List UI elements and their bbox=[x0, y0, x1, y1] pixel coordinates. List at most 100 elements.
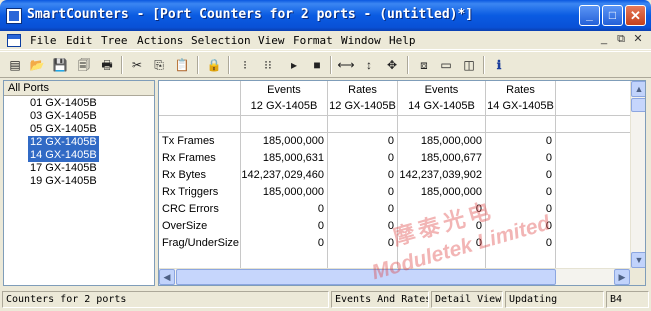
table-cell[interactable]: 0 bbox=[328, 235, 397, 252]
menu-format[interactable]: Format bbox=[293, 34, 333, 47]
table-cell[interactable]: 0 bbox=[328, 218, 397, 235]
fit-all-icon[interactable]: ✥ bbox=[383, 56, 401, 74]
mdi-close-button[interactable]: ✕ bbox=[630, 33, 646, 47]
header-port-12[interactable]: 12 GX-1405B bbox=[241, 98, 327, 115]
minimize-button[interactable]: _ bbox=[579, 5, 600, 26]
menu-view[interactable]: View bbox=[258, 34, 285, 47]
toolbar-separator bbox=[121, 56, 123, 74]
tree-item-port-03[interactable]: 03 GX-1405B bbox=[28, 110, 99, 123]
save-icon[interactable]: 💾 bbox=[51, 56, 69, 74]
vertical-scroll-thumb[interactable] bbox=[631, 98, 645, 112]
menu-actions[interactable]: Actions bbox=[137, 34, 183, 47]
paste-icon[interactable]: 📋 bbox=[173, 56, 191, 74]
save-as-icon[interactable]: 🗐 bbox=[75, 56, 93, 74]
table-cell[interactable]: 0 bbox=[486, 167, 555, 184]
table-cell[interactable]: 0 bbox=[486, 184, 555, 201]
table-cell[interactable]: 142,237,029,460 bbox=[241, 167, 327, 184]
menu-help[interactable]: Help bbox=[389, 34, 416, 47]
table-cell[interactable]: 0 bbox=[486, 218, 555, 235]
table-cell[interactable]: 0 bbox=[486, 201, 555, 218]
header-events-port-14[interactable]: Events bbox=[398, 82, 485, 99]
header-rates-port-14[interactable]: Rates bbox=[486, 82, 555, 99]
counters-grid[interactable]: Events Rates Events Rates 12 GX-1405B 12… bbox=[159, 81, 630, 268]
horizontal-scrollbar[interactable]: ◀ ▶ bbox=[159, 268, 630, 285]
table-cell[interactable]: 0 bbox=[328, 167, 397, 184]
tree-item-port-14[interactable]: 14 GX-1405B bbox=[28, 149, 99, 162]
menu-edit[interactable]: Edit bbox=[66, 34, 93, 47]
table-cell[interactable]: 0 bbox=[241, 201, 327, 218]
row-label-frag-undersize[interactable]: Frag/UnderSize bbox=[160, 235, 240, 252]
menu-window[interactable]: Window bbox=[341, 34, 381, 47]
menu-file[interactable]: File bbox=[30, 34, 57, 47]
tree-item-port-12[interactable]: 12 GX-1405B bbox=[28, 136, 99, 149]
table-cell[interactable]: 185,000,000 bbox=[241, 133, 327, 150]
menu-selection[interactable]: Selection bbox=[191, 34, 251, 47]
status-bar: Counters for 2 ports Events And Rates De… bbox=[0, 289, 651, 311]
mdi-minimize-button[interactable]: _ bbox=[596, 33, 612, 47]
table-cell[interactable]: 185,000,000 bbox=[398, 184, 485, 201]
table-cell[interactable]: 0 bbox=[486, 150, 555, 167]
header-port-14[interactable]: 14 GX-1405B bbox=[486, 98, 555, 115]
table-cell[interactable]: 185,000,000 bbox=[241, 184, 327, 201]
row-label-oversize[interactable]: OverSize bbox=[160, 218, 240, 235]
tree-item-port-01[interactable]: 01 GX-1405B bbox=[28, 97, 99, 110]
table-cell[interactable]: 185,000,631 bbox=[241, 150, 327, 167]
header-rates-port-12[interactable]: Rates bbox=[328, 82, 397, 99]
table-cell[interactable]: 0 bbox=[486, 133, 555, 150]
table-cell[interactable]: 0 bbox=[398, 218, 485, 235]
menu-tree[interactable]: Tree bbox=[101, 34, 128, 47]
table-cell[interactable]: 0 bbox=[398, 201, 485, 218]
info-icon[interactable]: ℹ bbox=[490, 56, 508, 74]
scroll-up-button[interactable]: ▲ bbox=[631, 81, 645, 97]
tree-item-port-05[interactable]: 05 GX-1405B bbox=[28, 123, 99, 136]
tree-header[interactable]: All Ports bbox=[4, 81, 154, 96]
cut-icon[interactable]: ✂ bbox=[128, 56, 146, 74]
table-cell[interactable]: 142,237,039,902 bbox=[398, 167, 485, 184]
document-icon[interactable] bbox=[7, 34, 21, 47]
row-label-tx-frames[interactable]: Tx Frames bbox=[160, 133, 240, 150]
close-button[interactable]: ✕ bbox=[625, 5, 646, 26]
split-v-icon[interactable]: ◫ bbox=[460, 56, 478, 74]
header-port-12[interactable]: 12 GX-1405B bbox=[328, 98, 397, 115]
mdi-restore-button[interactable]: ⧉ bbox=[613, 33, 629, 47]
table-cell[interactable]: 0 bbox=[328, 201, 397, 218]
header-port-14[interactable]: 14 GX-1405B bbox=[398, 98, 485, 115]
fit-height-icon[interactable]: ↕ bbox=[360, 56, 378, 74]
scroll-left-button[interactable]: ◀ bbox=[159, 269, 175, 285]
app-icon[interactable] bbox=[6, 8, 22, 24]
tile-icon[interactable]: ⧈ bbox=[415, 56, 433, 74]
table-cell[interactable]: 0 bbox=[328, 184, 397, 201]
row-label-rx-triggers[interactable]: Rx Triggers bbox=[160, 184, 240, 201]
row-label-rx-bytes[interactable]: Rx Bytes bbox=[160, 167, 240, 184]
port-tree[interactable]: All Ports 01 GX-1405B 03 GX-1405B 05 GX-… bbox=[3, 80, 155, 286]
table-cell[interactable]: 185,000,000 bbox=[398, 133, 485, 150]
fit-width-icon[interactable]: ⟷ bbox=[337, 56, 355, 74]
maximize-button[interactable]: □ bbox=[602, 5, 623, 26]
row-label-crc-errors[interactable]: CRC Errors bbox=[160, 201, 240, 218]
horizontal-scroll-thumb[interactable] bbox=[176, 269, 556, 285]
header-events-port-12[interactable]: Events bbox=[241, 82, 327, 99]
start-icon[interactable]: ⁝ bbox=[236, 56, 254, 74]
row-label-rx-frames[interactable]: Rx Frames bbox=[160, 150, 240, 167]
new-icon[interactable]: ▤ bbox=[6, 56, 24, 74]
open-icon[interactable]: 📂 bbox=[28, 56, 46, 74]
start-all-icon[interactable]: ⁝⁝ bbox=[259, 56, 277, 74]
print-icon[interactable]: 🖶 bbox=[98, 56, 116, 74]
tree-item-port-19[interactable]: 19 GX-1405B bbox=[28, 175, 99, 188]
lock-icon[interactable]: 🔒 bbox=[205, 56, 223, 74]
copy-icon[interactable]: ⎘ bbox=[150, 56, 168, 74]
scroll-right-button[interactable]: ▶ bbox=[614, 269, 630, 285]
vertical-scrollbar[interactable]: ▲ ▼ bbox=[630, 81, 645, 268]
table-cell[interactable]: 185,000,677 bbox=[398, 150, 485, 167]
stop-icon[interactable]: ■ bbox=[308, 56, 326, 74]
scroll-down-button[interactable]: ▼ bbox=[631, 252, 645, 268]
table-cell[interactable]: 0 bbox=[328, 133, 397, 150]
split-h-icon[interactable]: ▭ bbox=[437, 56, 455, 74]
tree-item-port-17[interactable]: 17 GX-1405B bbox=[28, 162, 99, 175]
table-cell[interactable]: 0 bbox=[328, 150, 397, 167]
table-cell[interactable]: 0 bbox=[241, 235, 327, 252]
table-cell[interactable]: 0 bbox=[486, 235, 555, 252]
table-cell[interactable]: 0 bbox=[241, 218, 327, 235]
table-cell[interactable]: 0 bbox=[398, 235, 485, 252]
play-icon[interactable]: ▸ bbox=[285, 56, 303, 74]
